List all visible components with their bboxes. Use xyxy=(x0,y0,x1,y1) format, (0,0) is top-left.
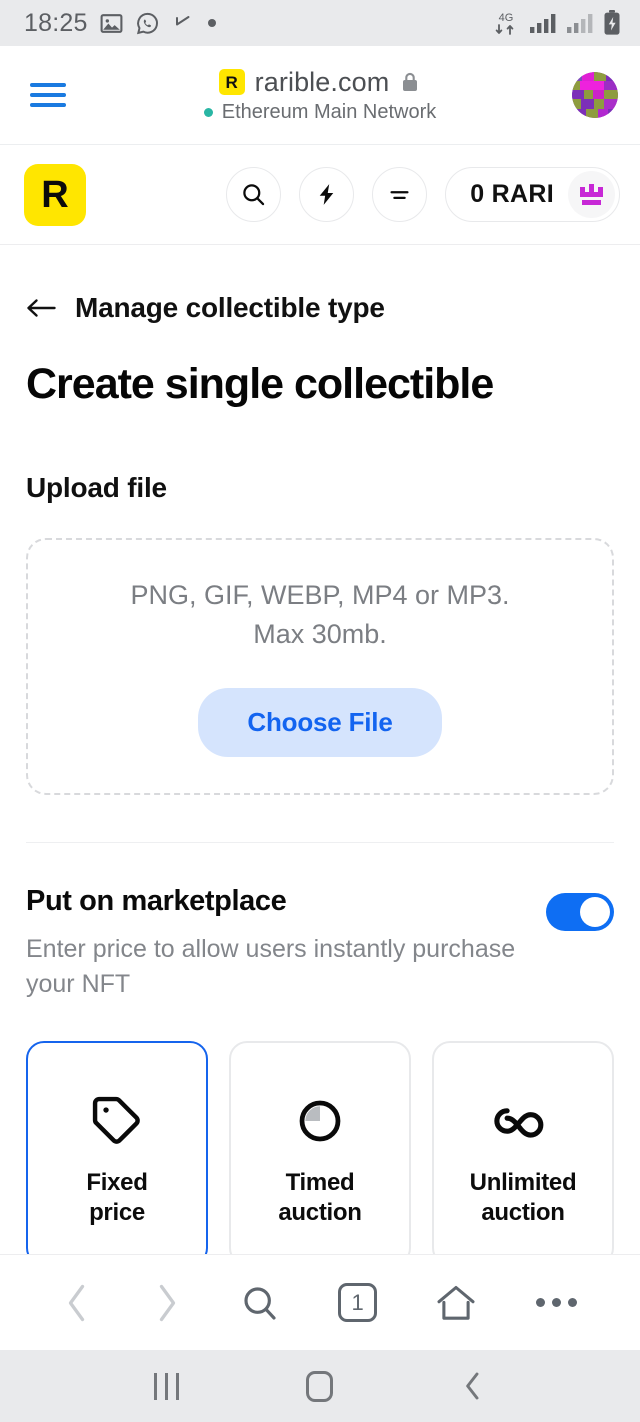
sale-type-options: Fixed price Timed auction Unlimited auct… xyxy=(26,1041,614,1266)
recents-icon[interactable] xyxy=(153,1372,179,1400)
filter-button[interactable] xyxy=(372,167,428,222)
status-right-group: 4G xyxy=(491,9,622,37)
url-text: rarible.com xyxy=(254,66,390,97)
browser-bottom-toolbar: 1 xyxy=(0,1254,640,1350)
account-avatar[interactable] xyxy=(572,72,618,118)
chevron-left-icon[interactable] xyxy=(63,1282,93,1324)
lock-icon xyxy=(403,72,418,91)
svg-text:4G: 4G xyxy=(499,12,514,24)
marketplace-toggle[interactable] xyxy=(546,893,614,931)
put-on-marketplace-section: Put on marketplace Enter price to allow … xyxy=(26,885,614,1001)
page-content: Manage collectible type Create single co… xyxy=(0,292,640,1266)
back-label: Manage collectible type xyxy=(75,292,385,323)
dot-icon xyxy=(207,19,216,27)
back-to-manage-collectible-type[interactable]: Manage collectible type xyxy=(26,292,614,324)
rarible-logo[interactable]: R xyxy=(24,163,86,226)
status-clock: 18:25 xyxy=(24,8,88,37)
sale-option-timed-auction[interactable]: Timed auction xyxy=(229,1041,411,1266)
rari-balance-button[interactable]: 0 RARI xyxy=(445,167,620,222)
url-line: R rarible.com xyxy=(218,66,422,98)
search-button[interactable] xyxy=(226,167,282,222)
arrow-left-icon xyxy=(27,299,56,317)
signal-bars-icon xyxy=(530,14,556,33)
hamburger-menu-icon[interactable] xyxy=(30,83,66,107)
home-icon[interactable] xyxy=(435,1283,477,1323)
android-nav-bar xyxy=(0,1350,640,1422)
activity-button[interactable] xyxy=(299,167,355,222)
sale-option-label: Unlimited auction xyxy=(469,1168,577,1226)
rari-crown-icon xyxy=(568,171,615,218)
lightning-icon xyxy=(319,184,334,205)
timer-clock-icon xyxy=(294,1086,346,1156)
signal-bars-2-icon xyxy=(567,14,593,33)
max-size-text: Max 30mb. xyxy=(253,619,387,649)
search-icon[interactable] xyxy=(240,1283,280,1323)
sale-option-fixed-price[interactable]: Fixed price xyxy=(26,1041,208,1266)
header-actions: 0 RARI xyxy=(226,167,620,222)
4g-data-icon: 4G xyxy=(495,12,514,35)
status-left-group: 18:25 xyxy=(24,9,218,38)
network-status-dot xyxy=(203,107,213,117)
accepted-formats-text: PNG, GIF, WEBP, MP4 or MP3. xyxy=(130,579,510,610)
more-options-icon[interactable] xyxy=(535,1298,577,1307)
toggle-knob xyxy=(580,897,610,927)
file-dropzone[interactable]: PNG, GIF, WEBP, MP4 or MP3. Max 30mb. Ch… xyxy=(26,538,614,795)
battery-charging-icon xyxy=(604,10,620,35)
gallery-icon xyxy=(100,13,122,33)
chevron-right-icon[interactable] xyxy=(151,1282,181,1324)
page-title: Create single collectible xyxy=(26,360,494,408)
home-square-icon[interactable] xyxy=(305,1370,333,1402)
whatsapp-icon xyxy=(136,12,158,34)
back-chevron-icon[interactable] xyxy=(460,1370,486,1402)
search-icon xyxy=(243,184,265,206)
sale-option-unlimited-auction[interactable]: Unlimited auction xyxy=(432,1041,614,1266)
sale-option-label: Timed auction xyxy=(278,1168,362,1226)
rari-balance-amount: 0 RARI xyxy=(470,180,554,208)
filter-lines-icon xyxy=(390,191,409,200)
marketplace-subtitle: Enter price to allow users instantly pur… xyxy=(26,935,516,998)
android-status-bar: 18:25 4G xyxy=(0,0,640,46)
upload-file-heading: Upload file xyxy=(26,472,167,503)
price-tag-icon xyxy=(89,1086,145,1156)
network-indicator: Ethereum Main Network xyxy=(203,100,437,124)
choose-file-button[interactable]: Choose File xyxy=(198,688,442,758)
phone-screen: 18:25 4G R rarible.com Ethereum Main Net… xyxy=(0,0,640,1422)
app-header: R 0 RARI xyxy=(0,145,640,245)
url-display: R rarible.com Ethereum Main Network xyxy=(0,46,640,144)
tab-count-button[interactable]: 1 xyxy=(338,1283,378,1322)
marketplace-title: Put on marketplace xyxy=(26,885,287,917)
network-name: Ethereum Main Network xyxy=(221,100,437,123)
site-favicon: R xyxy=(218,69,245,95)
marketplace-text-group: Put on marketplace Enter price to allow … xyxy=(26,885,546,1001)
sale-option-label: Fixed price xyxy=(86,1168,148,1226)
reply-arrow-icon xyxy=(175,16,190,26)
browser-url-bar: R rarible.com Ethereum Main Network xyxy=(0,46,640,145)
section-divider xyxy=(26,842,614,843)
infinity-icon xyxy=(493,1086,553,1156)
